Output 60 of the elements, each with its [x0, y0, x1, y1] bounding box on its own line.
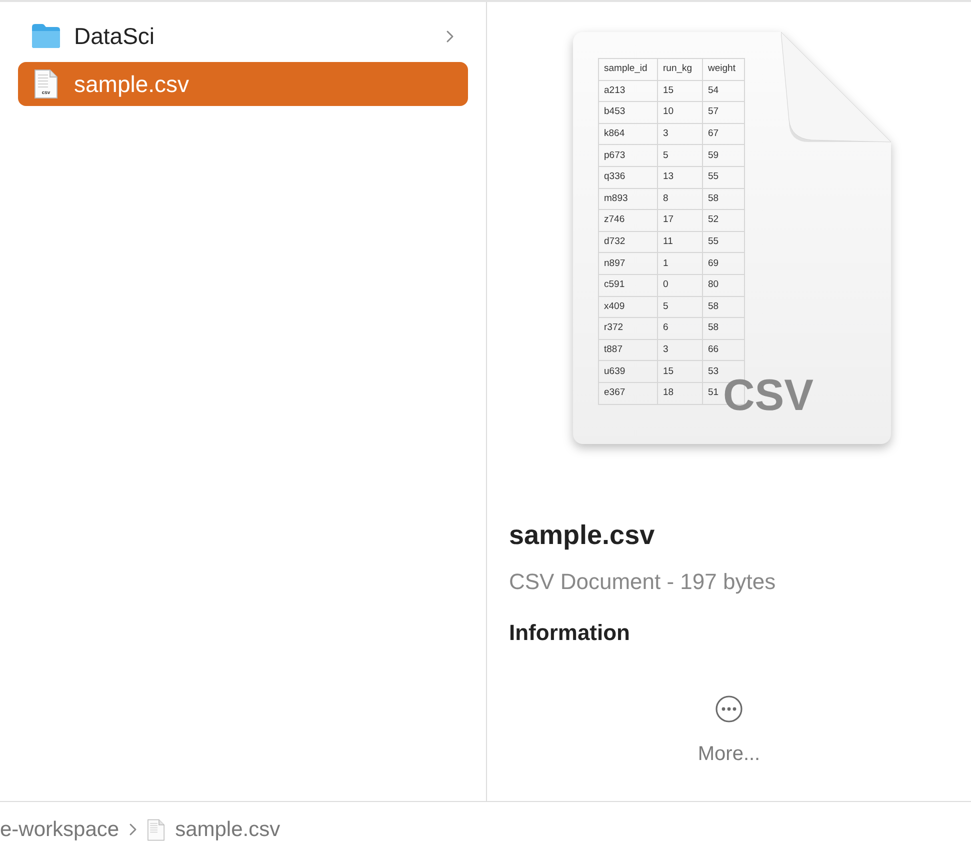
- file-list-item[interactable]: DataSci: [18, 14, 468, 58]
- table-cell: 3: [658, 123, 702, 145]
- table-cell: z746: [598, 210, 658, 232]
- ellipsis-icon: [715, 694, 743, 722]
- path-item[interactable]: sample.csv: [175, 814, 280, 846]
- table-cell: 58: [702, 318, 744, 340]
- table-cell: 54: [702, 80, 744, 102]
- table-cell: x409: [598, 296, 658, 318]
- table-cell: c591: [598, 274, 658, 296]
- table-cell: 6: [658, 318, 702, 340]
- table-cell: 15: [658, 360, 702, 382]
- document-icon: [147, 818, 166, 840]
- table-cell: n897: [598, 252, 658, 275]
- file-name: sample.csv: [74, 70, 190, 99]
- table-cell: 15: [658, 80, 702, 102]
- table-cell: a213: [598, 80, 658, 102]
- table-header: weight: [702, 58, 744, 80]
- chevron-icon: [129, 823, 138, 836]
- table-cell: 58: [702, 296, 744, 318]
- table-cell: 1: [658, 252, 702, 275]
- table-header: run_kg: [658, 58, 702, 80]
- table-cell: 0: [658, 274, 702, 296]
- table-cell: e367: [598, 382, 658, 404]
- table-cell: q336: [598, 166, 658, 188]
- table-cell: k864: [598, 123, 658, 145]
- file-name: DataSci: [74, 22, 156, 51]
- table-cell: d732: [598, 231, 658, 253]
- table-cell: 5: [658, 144, 702, 167]
- path-item[interactable]: e-workspace: [0, 814, 120, 846]
- file-description: CSV Document - 197 bytes: [509, 568, 777, 596]
- table-cell: b453: [598, 102, 658, 124]
- file-title: sample.csv: [509, 519, 656, 552]
- table-cell: 67: [702, 123, 744, 145]
- table-cell: u639: [598, 360, 658, 382]
- folder-icon: [31, 23, 61, 49]
- table-cell: 52: [702, 210, 744, 232]
- table-cell: t887: [598, 339, 658, 361]
- table-cell: 80: [702, 274, 744, 296]
- table-cell: 55: [702, 166, 744, 188]
- table-cell: 55: [702, 231, 744, 253]
- table-cell: 18: [658, 382, 702, 404]
- table-cell: p673: [598, 144, 658, 167]
- table-cell: 13: [658, 166, 702, 188]
- table-cell: 58: [702, 188, 744, 210]
- table-cell: 5: [658, 296, 702, 318]
- table-cell: 3: [658, 339, 702, 361]
- table-cell: 66: [702, 339, 744, 361]
- table-cell: 10: [658, 102, 702, 124]
- table-cell: r372: [598, 318, 658, 340]
- table-cell: m893: [598, 188, 658, 210]
- section-heading: Information: [509, 618, 631, 646]
- table-cell: 8: [658, 188, 702, 210]
- more-button[interactable]: More...: [698, 694, 760, 768]
- table-cell: 17: [658, 210, 702, 232]
- table-cell: 69: [702, 252, 744, 275]
- document-icon: [34, 69, 58, 99]
- table-header: sample_id: [598, 58, 658, 80]
- table-cell: 57: [702, 102, 744, 124]
- table-cell: 11: [658, 231, 702, 253]
- table-cell: 59: [702, 144, 744, 167]
